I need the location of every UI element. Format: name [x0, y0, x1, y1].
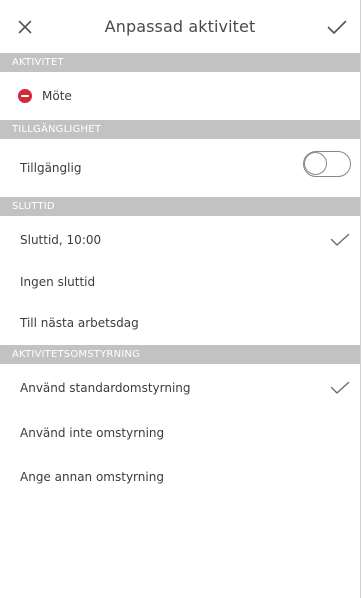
check-icon	[330, 233, 350, 246]
close-icon	[18, 20, 32, 34]
activity-row[interactable]: Möte	[0, 72, 360, 120]
check-icon	[327, 20, 347, 34]
section-header-availability: TILLGÄNGLIGHET	[0, 120, 360, 139]
close-button[interactable]	[12, 14, 38, 40]
activity-label: Möte	[42, 89, 72, 103]
toggle-knob	[304, 152, 327, 175]
header-bar: Anpassad aktivitet	[0, 0, 360, 53]
end-time-option-label: Sluttid, 10:00	[20, 232, 102, 247]
confirm-button[interactable]	[324, 14, 350, 40]
diversion-option-other[interactable]: Ange annan omstyrning	[0, 455, 360, 499]
diversion-option-default[interactable]: Använd standardomstyrning	[0, 364, 360, 411]
do-not-disturb-icon	[18, 89, 32, 103]
page-title: Anpassad aktivitet	[104, 17, 256, 36]
section-header-diversion: AKTIVITETSOMSTYRNING	[0, 345, 360, 364]
end-time-option-next-workday[interactable]: Till nästa arbetsdag	[0, 301, 360, 345]
end-time-option-label: Till nästa arbetsdag	[20, 316, 139, 330]
diversion-option-label: Använd inte omstyrning	[20, 426, 165, 440]
availability-label: Tillgänglig	[20, 161, 82, 175]
check-icon	[330, 381, 350, 394]
diversion-option-none[interactable]: Använd inte omstyrning	[0, 411, 360, 455]
end-time-option-fixed[interactable]: Sluttid, 10:00	[0, 216, 360, 263]
diversion-option-label: Ange annan omstyrning	[20, 470, 164, 484]
end-time-option-none[interactable]: Ingen sluttid	[0, 263, 360, 301]
section-header-activity: AKTIVITET	[0, 53, 360, 72]
section-header-end-time: SLUTTID	[0, 197, 360, 216]
availability-toggle[interactable]	[303, 151, 351, 177]
diversion-option-label: Använd standardomstyrning	[20, 380, 191, 395]
end-time-option-label: Ingen sluttid	[20, 275, 96, 289]
custom-activity-screen: Anpassad aktivitet AKTIVITET Möte TILLGÄ…	[0, 0, 361, 598]
availability-row: Tillgänglig	[0, 139, 360, 197]
